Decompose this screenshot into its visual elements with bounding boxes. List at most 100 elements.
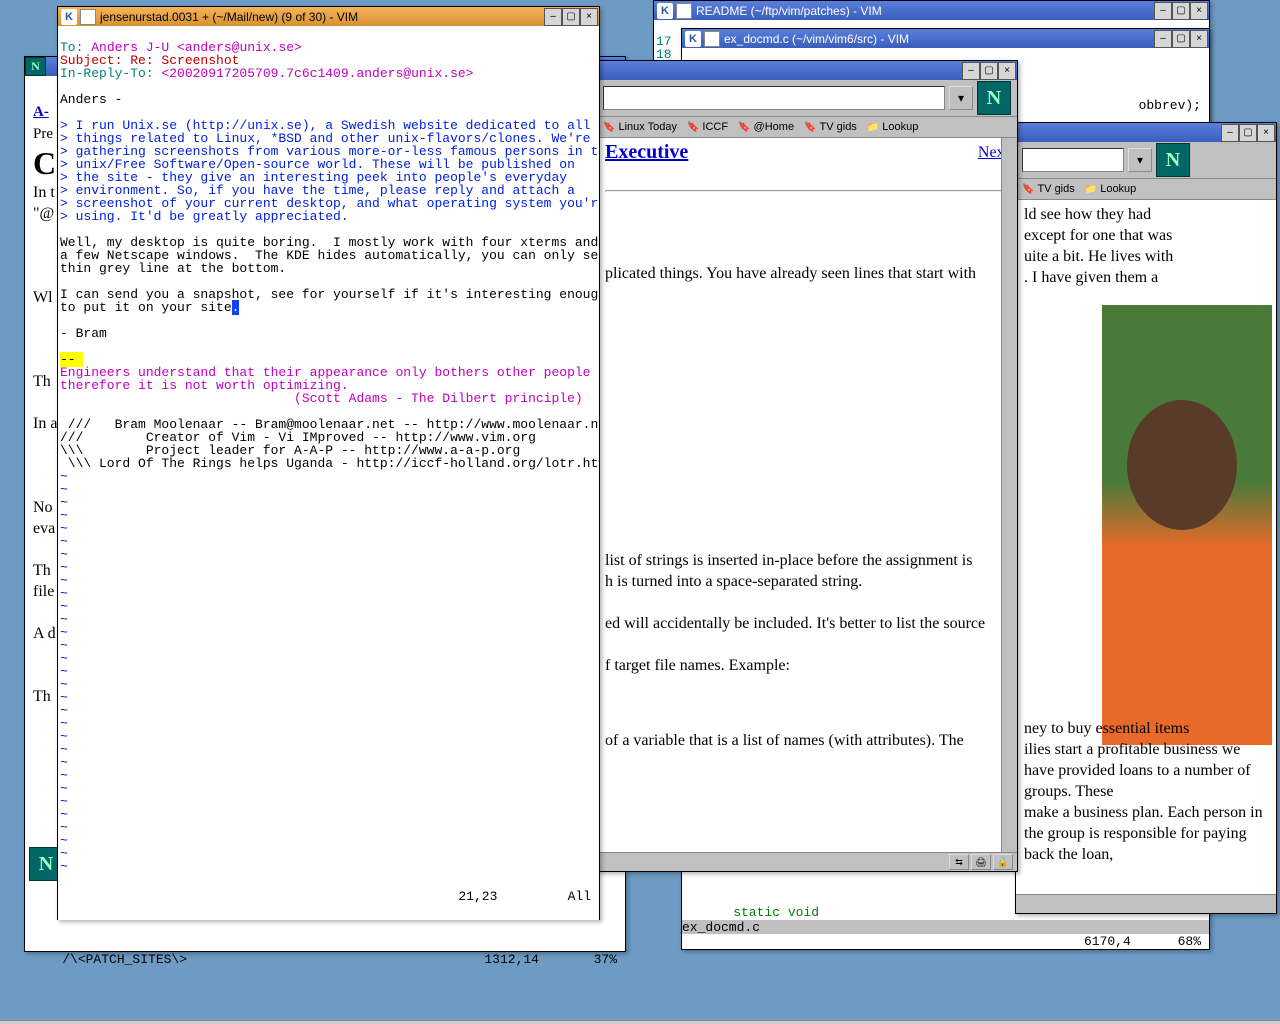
text: A d xyxy=(33,625,56,642)
titlebar-netscape-2[interactable]: – ▢ × xyxy=(1016,123,1276,142)
url-input[interactable] xyxy=(1022,148,1124,172)
maximize-button[interactable]: ▢ xyxy=(980,62,998,80)
titlebar-netscape-1[interactable]: – ▢ × xyxy=(597,61,1017,80)
titlebar-vim-mail[interactable]: K jensenurstad.0031 + (~/Mail/new) (9 of… xyxy=(58,7,599,26)
bookmark-athome[interactable]: @Home xyxy=(738,121,794,133)
kde-panel-edge[interactable] xyxy=(0,1020,1280,1024)
netscape-footer xyxy=(1016,894,1276,913)
divider xyxy=(605,190,1009,192)
text: Wl xyxy=(33,289,53,306)
lock-icon: 🔓 xyxy=(993,854,1013,870)
paragraph: list of strings is inserted in-place bef… xyxy=(605,552,972,569)
minimize-button[interactable]: – xyxy=(1154,2,1172,20)
netscape-footer: ⇆ 🖨 🔓 xyxy=(597,852,1017,871)
minimize-button[interactable]: – xyxy=(1221,124,1239,142)
minimize-button[interactable]: – xyxy=(962,62,980,80)
status-icon: 🖨 xyxy=(971,854,991,870)
title-text: jensenurstad.0031 + (~/Mail/new) (9 of 3… xyxy=(100,10,544,24)
dt-row xyxy=(605,424,1009,445)
titlebar-vim-readme[interactable]: K README (~/ftp/vim/patches) - VIM – ▢ × xyxy=(654,1,1209,20)
dt-row xyxy=(605,487,1009,508)
close-button[interactable]: × xyxy=(1190,2,1208,20)
body-text: Anders - xyxy=(60,92,122,107)
doc-icon xyxy=(80,9,96,25)
paragraph: h is turned into a space-separated strin… xyxy=(605,573,862,590)
text: eva xyxy=(33,520,55,537)
child-image xyxy=(1102,305,1272,745)
body-text: thin grey line at the bottom. xyxy=(60,261,286,276)
maximize-button[interactable]: ▢ xyxy=(1239,124,1257,142)
dt-row xyxy=(605,361,1009,382)
body-text: to put it on your site xyxy=(60,300,232,315)
text: "@ xyxy=(33,205,54,222)
dropdown-button[interactable]: ▾ xyxy=(1128,148,1152,172)
maximize-button[interactable]: ▢ xyxy=(1172,30,1190,48)
close-button[interactable]: × xyxy=(998,62,1016,80)
text: No xyxy=(33,499,53,516)
bookmark-lookup[interactable]: Lookup xyxy=(1085,183,1137,195)
paragraph: ed will accidentally be included. It's b… xyxy=(605,615,985,632)
url-input[interactable] xyxy=(603,86,945,110)
page-content[interactable]: Executive Next plicated things. You have… xyxy=(597,138,1017,861)
sig-quote: (Scott Adams - The Dilbert principle) xyxy=(60,391,583,406)
netscape-toolbar: ▾ N xyxy=(597,80,1017,117)
title-text: ex_docmd.c (~/vim/vim6/src) - VIM xyxy=(724,32,1154,46)
bookmark-iccf[interactable]: ICCF xyxy=(687,121,728,133)
kde-icon: K xyxy=(657,3,673,19)
text: file xyxy=(33,583,54,600)
bookmark-lookup[interactable]: Lookup xyxy=(867,121,919,133)
netscape-logo-icon: N xyxy=(1156,143,1190,177)
vim-ruler: 6170,4 68% xyxy=(682,934,1209,949)
text: In t xyxy=(33,184,55,201)
maximize-button[interactable]: ▢ xyxy=(562,8,580,26)
netscape-logo-icon: N xyxy=(25,57,46,76)
window-netscape-1[interactable]: – ▢ × ▾ N Linux Today ICCF @Home TV gids… xyxy=(596,60,1018,872)
vim-cmdline: /\<PATCH_SITES\>1312,14 37% xyxy=(25,937,625,951)
vim-status-bar: ex_docmd.c xyxy=(682,918,1209,935)
dropdown-button[interactable]: ▾ xyxy=(949,86,973,110)
bookmark-tvgids[interactable]: TV gids xyxy=(804,121,857,133)
search-text: /\<PATCH_SITES\> xyxy=(62,952,187,967)
paragraph: f target file names. Example: xyxy=(605,657,790,674)
window-netscape-2[interactable]: – ▢ × ▾ N TV gids Lookup ld see how they… xyxy=(1015,122,1277,914)
kde-icon: K xyxy=(61,9,77,25)
titlebar-vim-docmd[interactable]: K ex_docmd.c (~/vim/vim6/src) - VIM – ▢ … xyxy=(682,29,1209,48)
kde-icon: K xyxy=(685,31,701,47)
body-text-2: ney to buy essential items ilies start a… xyxy=(1024,718,1268,865)
page-heading-link[interactable]: A- xyxy=(33,104,49,120)
page-content[interactable]: ld see how they had except for one that … xyxy=(1016,200,1276,905)
netscape-toolbar: ▾ N xyxy=(1016,142,1276,179)
minimize-button[interactable]: – xyxy=(1154,30,1172,48)
status-icon: ⇆ xyxy=(949,854,969,870)
cursor: . xyxy=(232,300,240,315)
paragraph: plicated things. You have already seen l… xyxy=(605,265,976,282)
dt-row xyxy=(605,688,1009,709)
close-button[interactable]: × xyxy=(1190,30,1208,48)
window-vim-mail[interactable]: K jensenurstad.0031 + (~/Mail/new) (9 of… xyxy=(57,6,600,920)
maximize-button[interactable]: ▢ xyxy=(1172,2,1190,20)
executive-link[interactable]: Executive xyxy=(605,141,688,163)
bookmark-linuxtoday[interactable]: Linux Today xyxy=(603,121,677,133)
paragraph: of a variable that is a list of names (w… xyxy=(605,732,964,749)
close-button[interactable]: × xyxy=(580,8,598,26)
quoted-line: > using. It'd be greatly appreciated. xyxy=(60,209,349,224)
doc-icon xyxy=(676,3,692,19)
netscape-logo-icon: N xyxy=(977,81,1011,115)
vim-buffer[interactable]: To: Anders J-U <anders@unix.se> Subject:… xyxy=(58,26,599,920)
sig-footer: \\\ Lord Of The Rings helps Uganda - htt… xyxy=(60,456,599,471)
text: Th xyxy=(33,373,51,390)
bookmarks-bar: Linux Today ICCF @Home TV gids Lookup xyxy=(597,117,1017,138)
bookmarks-bar: TV gids Lookup xyxy=(1016,179,1276,200)
text: Th xyxy=(33,688,51,705)
minimize-button[interactable]: – xyxy=(544,8,562,26)
code-line: obbrev); xyxy=(1139,99,1201,112)
vim-ruler: 21,23 All xyxy=(58,874,599,919)
bookmark-tvgids[interactable]: TV gids xyxy=(1022,183,1075,195)
header-label: In-Reply-To: xyxy=(60,66,161,81)
close-button[interactable]: × xyxy=(1257,124,1275,142)
scrollbar[interactable] xyxy=(1001,138,1017,861)
dt-row xyxy=(605,298,1009,319)
text: Pre xyxy=(33,126,53,142)
text: In a xyxy=(33,415,57,432)
doc-icon xyxy=(704,31,720,47)
